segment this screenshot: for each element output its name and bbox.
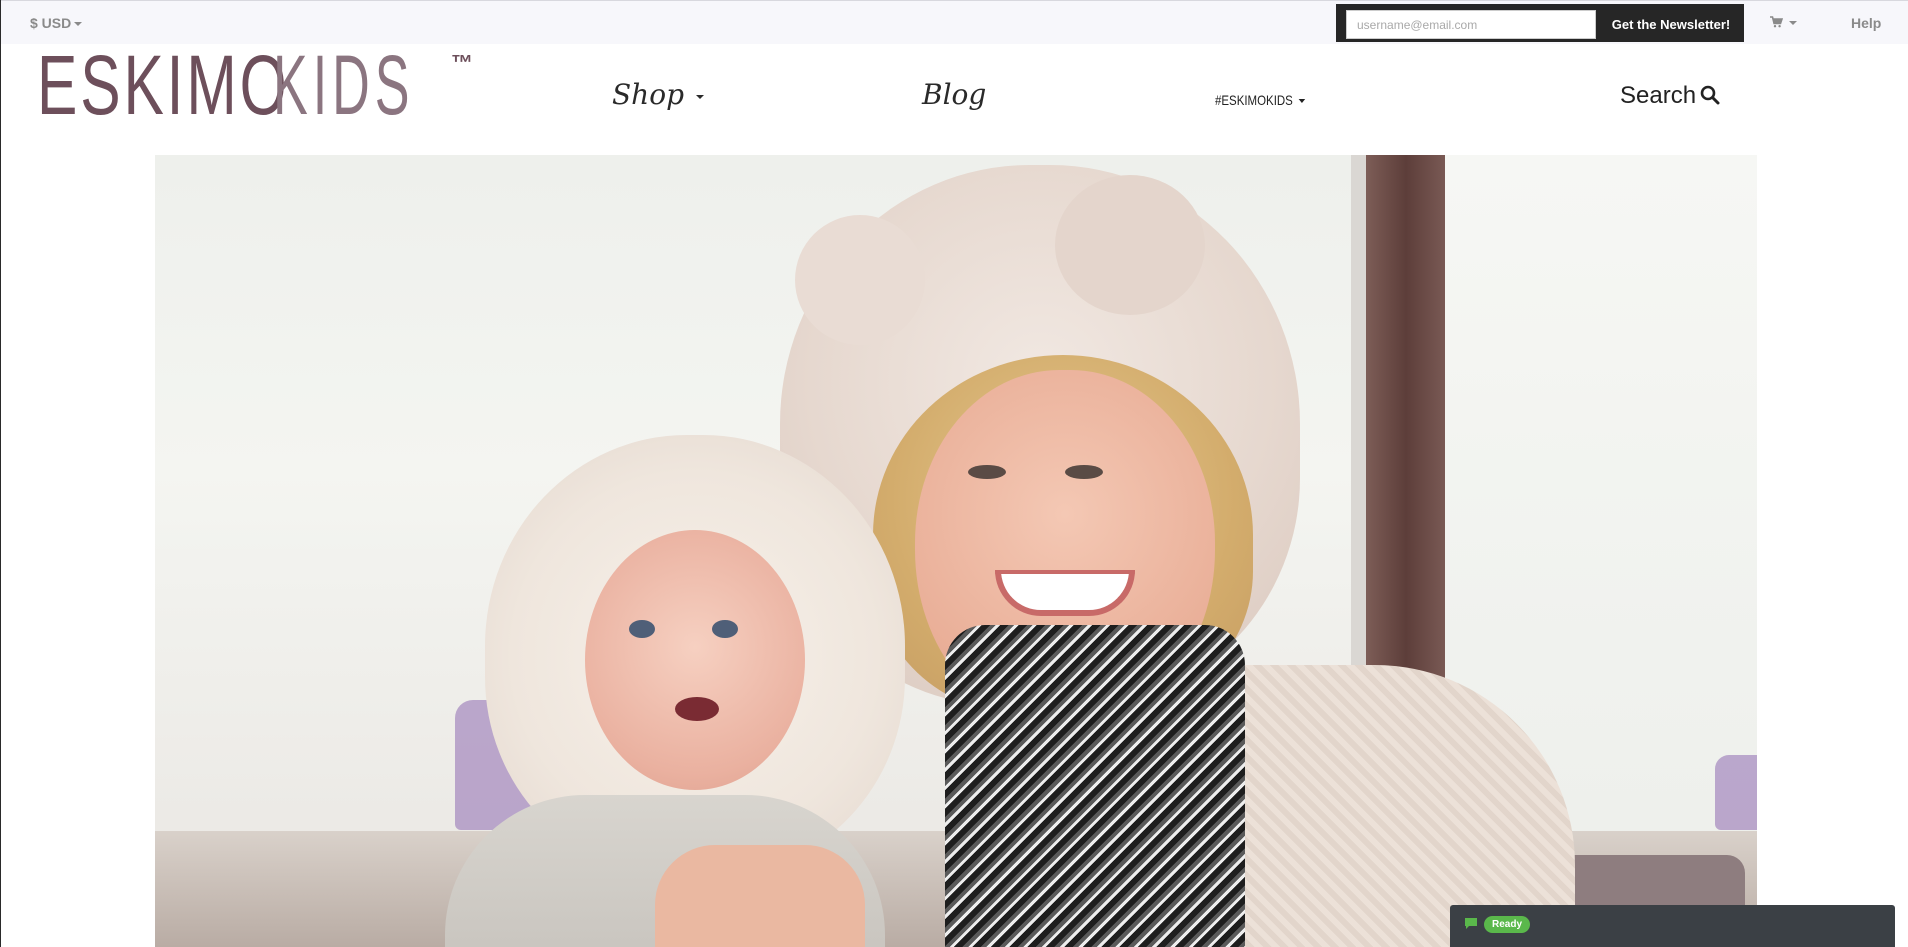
- search-icon: [1700, 85, 1720, 105]
- nav-shop-label: Shop: [612, 78, 684, 111]
- chevron-down-icon: [1298, 99, 1306, 104]
- cart-icon: [1770, 16, 1784, 28]
- nav-hashtag[interactable]: #ESKIMOKIDS: [1215, 92, 1306, 108]
- newsletter-submit-button[interactable]: Get the Newsletter!: [1598, 10, 1744, 39]
- hero-image: [155, 155, 1757, 947]
- logo-trademark: ™: [451, 50, 473, 75]
- nav-search-label: Search: [1620, 82, 1697, 109]
- newsletter-email-input[interactable]: [1346, 10, 1596, 39]
- logo-word-kids: KIDS: [273, 38, 415, 132]
- help-link[interactable]: Help: [1851, 15, 1881, 31]
- nav-shop[interactable]: Shop: [612, 78, 704, 111]
- nav-hashtag-label: #ESKIMOKIDS: [1215, 92, 1293, 108]
- nav-blog-label: Blog: [922, 78, 987, 111]
- nav-search[interactable]: Search: [1620, 82, 1720, 110]
- chat-status-widget[interactable]: Ready: [1450, 905, 1895, 947]
- chat-icon: [1465, 918, 1477, 929]
- currency-label: $ USD: [30, 15, 72, 31]
- chevron-down-icon: [695, 94, 704, 99]
- newsletter-signup: Get the Newsletter!: [1336, 4, 1744, 42]
- currency-selector[interactable]: $ USD: [30, 15, 83, 31]
- site-logo[interactable]: ESKIMO KIDS ™: [37, 38, 473, 132]
- chevron-down-icon: [74, 22, 83, 27]
- chevron-down-icon: [1789, 20, 1797, 25]
- cart-dropdown[interactable]: [1770, 14, 1797, 29]
- status-badge: Ready: [1484, 916, 1531, 933]
- nav-blog[interactable]: Blog: [922, 78, 986, 111]
- logo-word-eskimo: ESKIMO: [37, 38, 290, 132]
